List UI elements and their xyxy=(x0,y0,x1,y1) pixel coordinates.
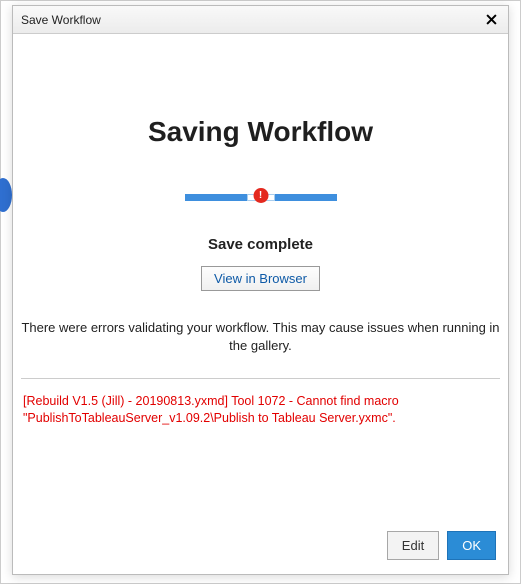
ok-button[interactable]: OK xyxy=(447,531,496,560)
dialog-titlebar: Save Workflow xyxy=(13,6,508,34)
view-in-browser-button[interactable]: View in Browser xyxy=(201,266,320,291)
dialog-title: Save Workflow xyxy=(21,13,482,27)
progress-wrap xyxy=(13,192,508,206)
close-icon xyxy=(486,14,497,25)
close-button[interactable] xyxy=(482,11,500,29)
save-status-text: Save complete xyxy=(13,236,508,253)
progress-segment-right xyxy=(275,194,337,201)
progress-segment-left xyxy=(185,194,247,201)
save-workflow-dialog: Save Workflow Saving Workflow Save compl… xyxy=(12,5,509,575)
dialog-footer: Edit OK xyxy=(13,521,508,574)
validation-warning-text: There were errors validating your workfl… xyxy=(21,319,500,354)
divider xyxy=(21,378,500,379)
error-indicator-icon xyxy=(253,188,268,203)
dialog-content: Saving Workflow Save complete View in Br… xyxy=(13,34,508,521)
edit-button[interactable]: Edit xyxy=(387,531,439,560)
view-button-wrap: View in Browser xyxy=(13,266,508,291)
error-message-text: [Rebuild V1.5 (Jill) - 20190813.yxmd] To… xyxy=(23,393,498,427)
saving-workflow-heading: Saving Workflow xyxy=(13,116,508,148)
